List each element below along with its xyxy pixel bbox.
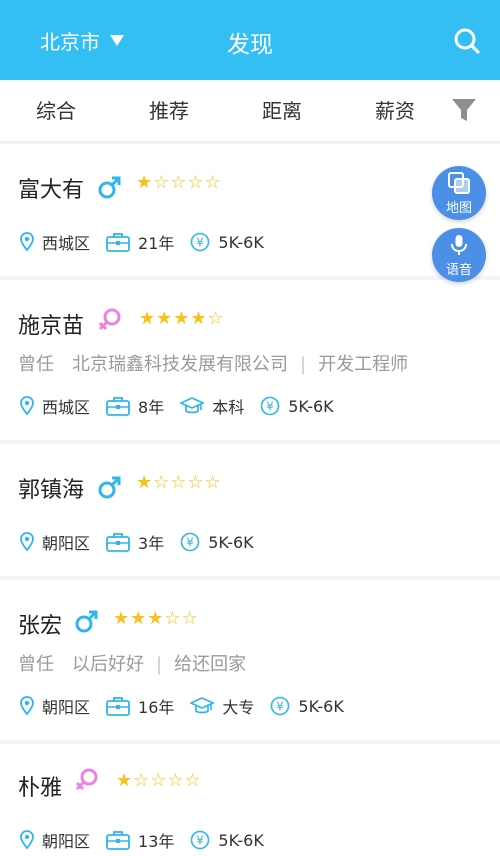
app-header: 北京市 发现 — [0, 0, 500, 80]
job-title: 开发工程师 — [318, 354, 409, 375]
tab-recommended[interactable]: 推荐 — [129, 80, 209, 142]
briefcase-icon — [106, 831, 130, 850]
location-icon — [20, 830, 34, 850]
candidate-info: 朝阳区 16年 大专 ¥ 5K-6K — [20, 694, 360, 718]
rating-stars: ★☆☆☆☆ — [116, 770, 202, 791]
candidate-info: 西城区 21年 ¥ 5K-6K — [20, 230, 280, 254]
rating-stars: ★★★☆☆ — [113, 608, 199, 629]
tab-comprehensive[interactable]: 综合 — [16, 80, 96, 142]
salary-text: 5K-6K — [218, 232, 264, 252]
location-icon — [20, 696, 34, 716]
voice-button[interactable]: 语音 — [432, 228, 486, 282]
search-icon[interactable] — [452, 26, 482, 56]
experience-text: 3年 — [138, 534, 165, 553]
candidate-card[interactable]: 郭镇海 ★☆☆☆☆ 朝阳区 3年 ¥ 5K-6K — [0, 444, 500, 576]
district-text: 西城区 — [42, 234, 91, 253]
briefcase-icon — [106, 233, 130, 252]
candidate-name: 郭镇海 — [18, 478, 85, 503]
male-icon — [98, 476, 121, 499]
salary-icon: ¥ — [191, 232, 210, 252]
experience-text: 21年 — [138, 234, 175, 253]
svg-text:¥: ¥ — [186, 536, 194, 550]
past-job: 曾任 北京瑞鑫科技发展有限公司 | 开发工程师 — [18, 350, 408, 376]
sort-tabs: 综合 推荐 距离 薪资 — [0, 80, 500, 142]
candidate-card[interactable]: 富大有 ★☆☆☆☆ 西城区 21年 ¥ 5K-6K — [0, 144, 500, 276]
candidate-info: 朝阳区 13年 ¥ 5K-6K — [20, 828, 280, 852]
briefcase-icon — [106, 697, 130, 716]
location-icon — [20, 396, 34, 416]
candidate-name: 施京苗 — [18, 314, 85, 339]
salary-icon: ¥ — [191, 830, 210, 850]
rating-stars: ★☆☆☆☆ — [136, 172, 222, 193]
female-icon — [98, 308, 121, 331]
past-job: 曾任 以后好好 | 给还回家 — [18, 650, 246, 676]
salary-icon: ¥ — [260, 396, 280, 416]
svg-text:¥: ¥ — [277, 700, 285, 714]
voice-button-label: 语音 — [445, 263, 472, 278]
salary-icon: ¥ — [180, 532, 200, 552]
salary-text: 5K-6K — [298, 696, 344, 716]
candidate-card[interactable]: 张宏 ★★★☆☆ 曾任 以后好好 | 给还回家 朝阳区 16年 大专 ¥ 5K-6K — [0, 580, 500, 740]
svg-text:¥: ¥ — [266, 400, 274, 414]
divider: | — [300, 354, 307, 375]
candidate-name: 张宏 — [18, 614, 63, 639]
location-icon — [20, 532, 34, 552]
experience-text: 8年 — [138, 398, 165, 417]
svg-text:¥: ¥ — [197, 834, 205, 848]
rating-stars: ★☆☆☆☆ — [136, 472, 222, 493]
filter-icon[interactable] — [450, 96, 478, 124]
experience-text: 13年 — [138, 832, 175, 851]
tab-distance[interactable]: 距离 — [242, 80, 322, 142]
candidate-card[interactable]: 朴雅 ★☆☆☆☆ 朝阳区 13年 ¥ 5K-6K — [0, 744, 500, 856]
education-text: 大专 — [222, 698, 255, 717]
male-icon — [98, 176, 121, 199]
briefcase-icon — [106, 533, 130, 552]
district-text: 朝阳区 — [42, 534, 91, 553]
tab-salary[interactable]: 薪资 — [355, 80, 435, 142]
microphone-icon — [451, 235, 467, 255]
rating-stars: ★★★★☆ — [139, 308, 225, 329]
graduation-cap-icon — [190, 697, 215, 714]
district-text: 西城区 — [42, 398, 91, 417]
female-icon — [75, 768, 98, 791]
job-title: 给还回家 — [174, 654, 247, 675]
education-text: 本科 — [212, 398, 245, 417]
salary-text: 5K-6K — [218, 830, 264, 850]
past-prefix: 曾任 — [18, 654, 54, 675]
company-name: 北京瑞鑫科技发展有限公司 — [72, 354, 288, 375]
map-button[interactable]: 地图 — [432, 166, 486, 220]
candidate-card[interactable]: 施京苗 ★★★★☆ 曾任 北京瑞鑫科技发展有限公司 | 开发工程师 西城区 8年 本科… — [0, 280, 500, 440]
experience-text: 16年 — [138, 698, 175, 717]
map-button-label: 地图 — [445, 201, 472, 216]
divider: | — [156, 654, 163, 675]
graduation-cap-icon — [180, 397, 205, 414]
candidate-info: 西城区 8年 本科 ¥ 5K-6K — [20, 394, 350, 418]
company-name: 以后好好 — [72, 654, 144, 675]
candidate-name: 朴雅 — [18, 776, 63, 801]
district-text: 朝阳区 — [42, 698, 91, 717]
salary-icon: ¥ — [271, 696, 290, 716]
candidate-name: 富大有 — [18, 178, 85, 203]
briefcase-icon — [106, 397, 130, 416]
svg-text:¥: ¥ — [197, 236, 205, 250]
salary-text: 5K-6K — [208, 532, 254, 552]
district-text: 朝阳区 — [42, 832, 91, 851]
past-prefix: 曾任 — [18, 354, 54, 375]
salary-text: 5K-6K — [288, 396, 334, 416]
location-icon — [20, 232, 34, 252]
candidate-info: 朝阳区 3年 ¥ 5K-6K — [20, 530, 270, 554]
map-layers-icon — [448, 172, 470, 194]
page-title: 发现 — [227, 32, 273, 58]
male-icon — [75, 610, 98, 633]
